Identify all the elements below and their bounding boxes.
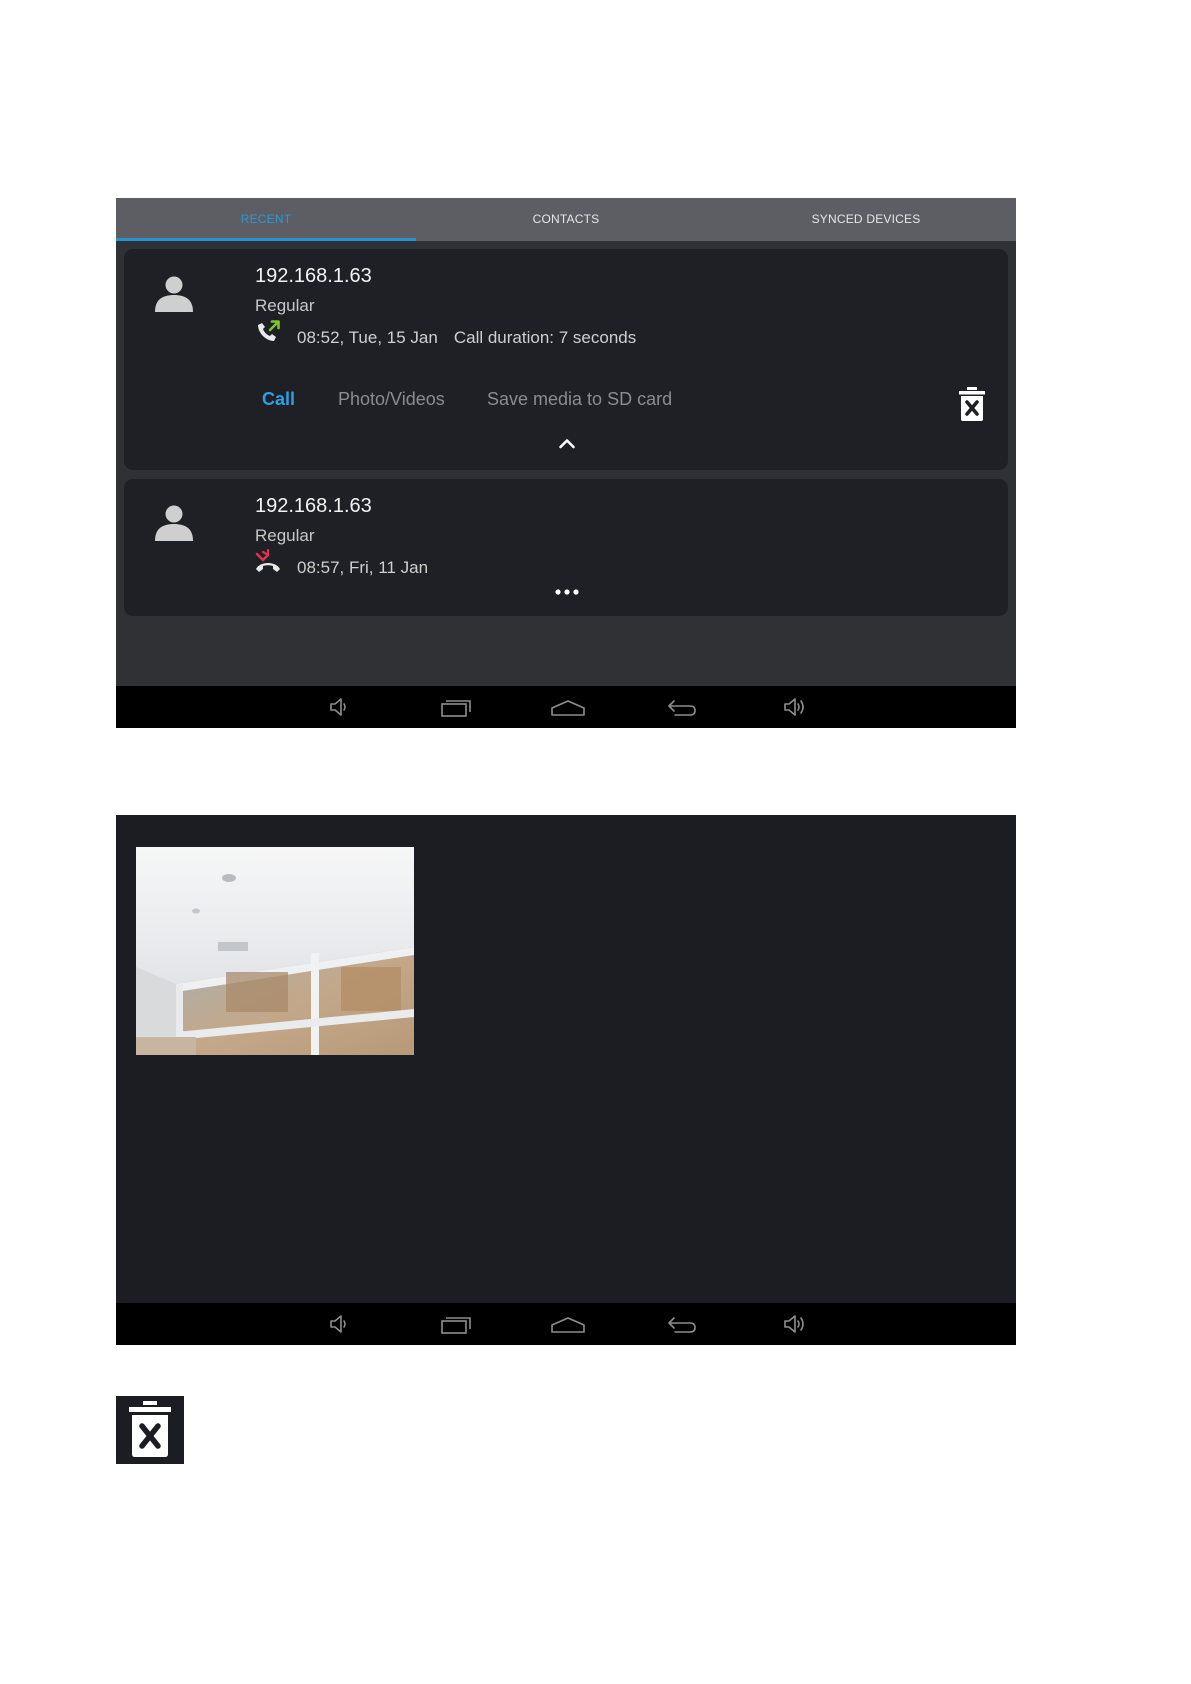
call-log-item[interactable]: 192.168.1.63 Regular 08:57, Fri, 11 Jan: [124, 479, 1008, 616]
call-details: 08:57, Fri, 11 Jan: [297, 558, 428, 578]
delete-trash-icon: [129, 1401, 171, 1457]
navigation-bar: [116, 1303, 1016, 1345]
captured-photo-thumbnail[interactable]: [136, 847, 414, 1055]
call-log-screen: RECENT CONTACTS SYNCED DEVICES 192.168.1…: [116, 198, 1016, 728]
media-gallery-screen: [116, 815, 1016, 1345]
tab-recent[interactable]: RECENT: [116, 198, 416, 241]
recent-apps-icon[interactable]: [440, 1312, 472, 1336]
volume-up-icon[interactable]: [783, 695, 807, 719]
tab-bar: RECENT CONTACTS SYNCED DEVICES: [116, 198, 1016, 241]
home-icon[interactable]: [550, 1312, 586, 1336]
tab-contacts[interactable]: CONTACTS: [416, 198, 716, 241]
home-icon[interactable]: [550, 695, 586, 719]
call-details: 08:52, Tue, 15 Jan Call duration: 7 secon…: [297, 328, 636, 348]
outgoing-call-icon: [258, 320, 280, 341]
back-icon[interactable]: [666, 1312, 698, 1336]
navigation-bar: [116, 686, 1016, 728]
delete-icon-illustration: [116, 1396, 184, 1464]
caller-address: 192.168.1.63: [255, 265, 372, 287]
more-options-icon[interactable]: [555, 589, 579, 595]
caller-address: 192.168.1.63: [255, 495, 372, 517]
call-time: 08:52, Tue, 15 Jan: [297, 328, 438, 347]
tab-synced-devices[interactable]: SYNCED DEVICES: [716, 198, 1016, 241]
volume-down-icon[interactable]: [329, 1312, 349, 1336]
volume-down-icon[interactable]: [329, 695, 349, 719]
contact-avatar-icon: [155, 276, 193, 312]
missed-call-icon: [255, 549, 280, 572]
call-type-label: Regular: [255, 526, 315, 545]
collapse-chevron-up-icon[interactable]: [558, 437, 576, 449]
photo-videos-button[interactable]: Photo/Videos: [338, 389, 445, 410]
call-button[interactable]: Call: [262, 389, 295, 410]
call-log-item[interactable]: 192.168.1.63 Regular 08:52, Tue, 15 Jan C…: [124, 249, 1008, 470]
active-tab-indicator: [116, 238, 416, 241]
save-media-button[interactable]: Save media to SD card: [487, 389, 672, 410]
contact-avatar-icon: [155, 505, 193, 541]
back-icon[interactable]: [666, 695, 698, 719]
call-time: 08:57, Fri, 11 Jan: [297, 558, 429, 577]
delete-trash-icon[interactable]: [959, 387, 985, 421]
volume-up-icon[interactable]: [783, 1312, 807, 1336]
call-duration: Call duration: 7 seconds: [453, 328, 637, 347]
call-type-label: Regular: [255, 296, 315, 315]
recent-apps-icon[interactable]: [440, 695, 472, 719]
